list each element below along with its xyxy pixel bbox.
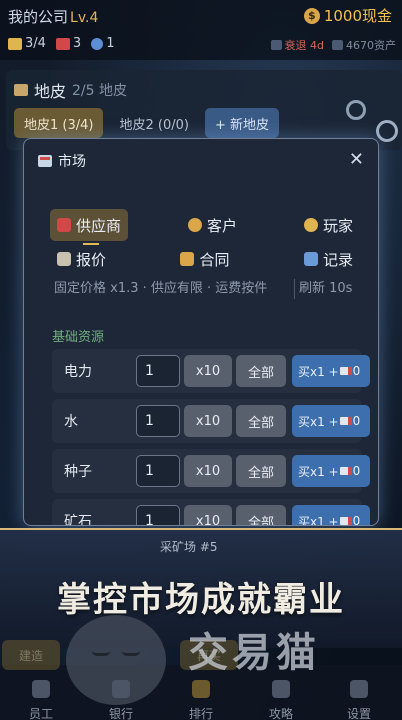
quantity-input[interactable]: 1 <box>136 405 180 437</box>
section-title: 基础资源 <box>52 330 105 345</box>
x10-button[interactable]: x10 <box>184 505 232 525</box>
promo-slogan: 掌控市场成就霸业 <box>57 580 345 620</box>
x10-button[interactable]: x10 <box>184 405 232 437</box>
truck-icon <box>339 417 352 425</box>
chart-icon <box>270 40 282 50</box>
buy-button[interactable]: 买x1 +0 <box>292 455 370 487</box>
people-icon <box>91 37 104 50</box>
nav-bank[interactable]: 银行 <box>96 705 146 720</box>
resource-row: 电力 1 x10 全部 买x1 +0 <box>52 349 370 393</box>
ruler-icon <box>8 37 22 50</box>
resource-name: 水 <box>64 414 78 430</box>
all-button[interactable]: 全部 <box>236 505 286 525</box>
tab-record[interactable]: 记录 <box>297 243 360 275</box>
asset-total: 4670资产 <box>332 37 396 53</box>
asset-icon <box>332 40 343 50</box>
handshake-icon <box>303 218 318 232</box>
resource-name: 电力 <box>64 364 92 380</box>
resource-row: 水 1 x10 全部 买x1 +0 <box>52 399 370 443</box>
tab-client[interactable]: 客户 <box>181 209 244 241</box>
tab-row-1: 供应商 客户 玩家 <box>50 209 360 245</box>
client-icon <box>187 218 202 232</box>
resource-list: 电力 1 x10 全部 买x1 +0 水 1 x10 全部 买x1 +0 种子 … <box>52 349 378 526</box>
market-modal: 市场 ✕ 供应商 客户 玩家 报价 合同 记录 固定价格 x1.3 · 供应有限… <box>23 138 379 526</box>
tab-land-2[interactable]: 地皮2 (0/0) <box>109 108 198 138</box>
economy-stats: 衰退 4d 4670资产 <box>270 37 396 53</box>
price-note: 固定价格 x1.3 · 供应有限 · 运费按件 <box>54 281 268 296</box>
factory-icon <box>55 37 70 50</box>
land-tabs: 地皮1 (3/4) 地皮2 (0/0) + 新地皮 <box>14 108 279 138</box>
modal-title: 市场 <box>58 154 86 170</box>
brand-watermark: 交易猫 <box>188 630 320 676</box>
x10-button[interactable]: x10 <box>184 355 232 387</box>
land-icon <box>14 84 28 96</box>
scroll-icon <box>180 252 195 266</box>
nav-ranking[interactable]: 排行 <box>176 705 226 720</box>
stat-factories: 3 <box>55 36 81 51</box>
guide-icon[interactable] <box>272 680 290 698</box>
truck-icon <box>339 467 352 475</box>
all-button[interactable]: 全部 <box>236 455 286 487</box>
company-name[interactable]: 我的公司 Lv.4 <box>8 6 98 27</box>
quantity-input[interactable]: 1 <box>136 355 180 387</box>
truck-icon <box>339 367 352 375</box>
cash-display: $ 1000现金 <box>303 5 392 26</box>
stat-land: 3/4 <box>8 36 46 51</box>
cat-eye-left <box>92 651 110 656</box>
top-bar: 我的公司 Lv.4 $ 1000现金 3/4 3 1 衰退 4d 4670资产 <box>0 0 402 60</box>
tab-row-2: 报价 合同 记录 <box>50 243 360 275</box>
x10-button[interactable]: x10 <box>184 455 232 487</box>
bank-icon[interactable] <box>112 680 130 698</box>
trophy-icon[interactable] <box>192 680 210 698</box>
all-button[interactable]: 全部 <box>236 355 286 387</box>
tab-land-1[interactable]: 地皮1 (3/4) <box>14 108 104 138</box>
tab-quote[interactable]: 报价 <box>50 243 113 275</box>
land-title: 地皮 2/5 地皮 <box>14 78 127 102</box>
clipboard-icon <box>57 252 71 266</box>
bar-chart-icon <box>303 252 318 266</box>
modal-header: 市场 <box>38 151 86 171</box>
market-tabs: 供应商 客户 玩家 报价 合同 记录 <box>50 209 360 277</box>
close-button[interactable]: ✕ <box>349 149 364 170</box>
stat-employees: 1 <box>91 36 114 51</box>
banner-caption: 采矿场 #5 <box>160 540 218 554</box>
market-icon <box>38 155 52 167</box>
tab-supplier[interactable]: 供应商 <box>50 209 129 245</box>
quantity-input[interactable]: 1 <box>136 505 180 525</box>
tab-contract[interactable]: 合同 <box>173 243 236 275</box>
employee-icon[interactable] <box>32 680 50 698</box>
refresh-timer: 刷新 10s <box>294 279 354 299</box>
add-land-button[interactable]: + 新地皮 <box>204 108 279 138</box>
factory-icon <box>57 218 71 232</box>
buy-button[interactable]: 买x1 +0 <box>292 505 370 525</box>
resource-name: 矿石 <box>64 514 92 526</box>
resource-row: 矿石 1 x10 全部 买x1 +0 <box>52 499 370 526</box>
nav-guide[interactable]: 攻略 <box>256 705 306 720</box>
money-bag-icon: $ <box>303 7 320 24</box>
tab-player[interactable]: 玩家 <box>297 209 360 241</box>
quantity-input[interactable]: 1 <box>136 455 180 487</box>
resource-row: 种子 1 x10 全部 买x1 +0 <box>52 449 370 493</box>
nav-settings[interactable]: 设置 <box>334 705 384 720</box>
settings-icon[interactable] <box>350 680 368 698</box>
company-level: Lv.4 <box>70 10 99 26</box>
cat-eye-right <box>122 651 140 656</box>
resource-name: 种子 <box>64 464 92 480</box>
gear-icon[interactable] <box>346 100 366 120</box>
buy-button[interactable]: 买x1 +0 <box>292 405 370 437</box>
all-button[interactable]: 全部 <box>236 405 286 437</box>
truck-icon <box>339 517 352 525</box>
coin-icon[interactable] <box>376 120 398 142</box>
nav-employees[interactable]: 员工 <box>16 705 66 720</box>
stats-row: 3/4 3 1 <box>8 36 114 51</box>
buy-button[interactable]: 买x1 +0 <box>292 355 370 387</box>
economy-status: 衰退 4d <box>270 37 324 53</box>
build-button[interactable]: 建造 <box>2 640 60 670</box>
